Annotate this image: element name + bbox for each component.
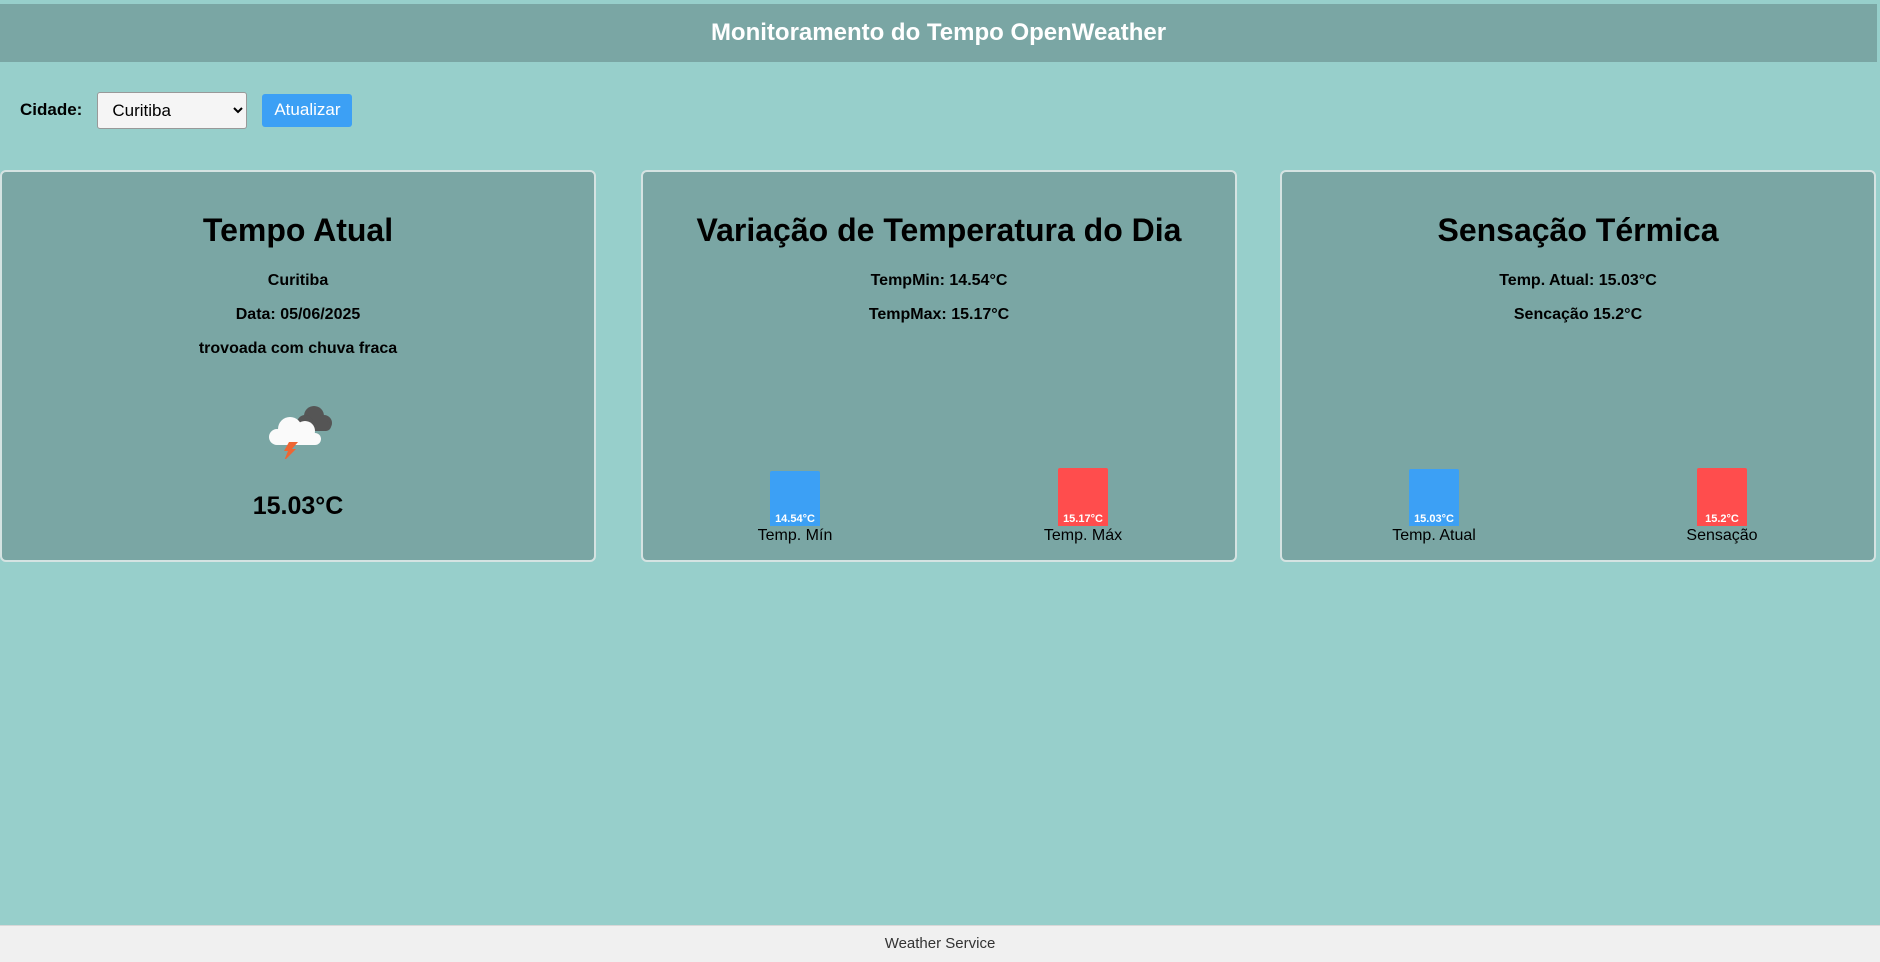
current-date: Data: 05/06/2025 xyxy=(235,306,361,323)
city-select[interactable]: Curitiba xyxy=(97,91,248,129)
current-city: Curitiba xyxy=(267,272,329,289)
feels-like-card: Sensação Térmica Temp. Atual: 15.03°C Se… xyxy=(1280,170,1876,562)
thunderstorm-rain-cloud-icon xyxy=(269,406,332,459)
city-controls: Cidade: Curitiba Atualizar xyxy=(20,91,353,129)
chart-bar-label: Temp. Atual xyxy=(1392,527,1476,544)
weather-description: trovoada com chuva fraca xyxy=(198,340,398,357)
variation-title: Variação de Temperatura do Dia xyxy=(696,212,1182,248)
update-button[interactable]: Atualizar xyxy=(262,93,353,127)
temperature-variation-card: Variação de Temperatura do Dia TempMin: … xyxy=(641,170,1237,562)
feels-current-text: Temp. Atual: 15.03°C xyxy=(1499,272,1657,289)
feels-like-text: Sencação 15.2°C xyxy=(1513,306,1643,323)
current-temperature: 15.03°C xyxy=(252,492,344,520)
temp-min-text: TempMin: 14.54°C xyxy=(870,272,1008,289)
chart-bar-blue: 15.03°C xyxy=(1409,469,1459,526)
chart-bar-label: Temp. Máx xyxy=(1043,527,1123,544)
chart-bar-label: Temp. Mín xyxy=(757,527,833,544)
chart-bar-red: 15.2°C xyxy=(1697,468,1747,526)
feels-like-title: Sensação Térmica xyxy=(1437,212,1719,248)
current-weather-title: Tempo Atual xyxy=(202,212,394,248)
page-title: Monitoramento do Tempo OpenWeather xyxy=(710,19,1167,46)
temp-max-text: TempMax: 15.17°C xyxy=(868,306,1010,323)
chart-bar-blue: 14.54°C xyxy=(770,471,820,526)
chart-bar-label: Sensação xyxy=(1686,527,1758,544)
page-footer: Weather Service xyxy=(0,925,1880,962)
chart-bar-red: 15.17°C xyxy=(1058,468,1108,526)
page-header: Monitoramento do Tempo OpenWeather xyxy=(0,4,1877,62)
city-label: Cidade: xyxy=(20,100,83,119)
current-weather-card: Tempo Atual Curitiba Data: 05/06/2025 tr… xyxy=(0,170,596,562)
footer-text: Weather Service xyxy=(884,935,996,952)
